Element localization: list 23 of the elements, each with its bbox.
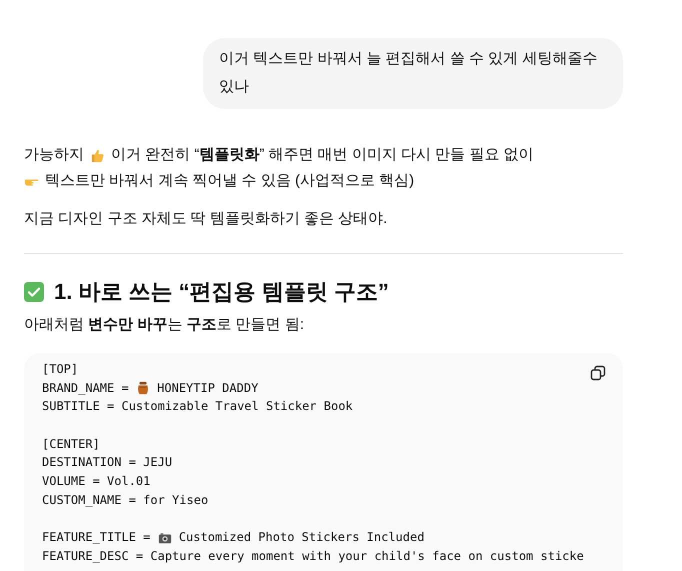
code-line: FEATURE_TITLE = [42,529,152,546]
code-line: HONEYTIP DADDY [156,380,258,397]
code-line: BRAND_NAME = [42,380,130,397]
code-line: VOLUME = Vol.01 [42,473,150,490]
answer-text: 가능하지 [24,145,84,165]
code-line: [CENTER] [42,436,100,453]
answer-text: 텍스트만 바꿔서 계속 찍어낼 수 있음 (사업적으로 핵심) [45,171,414,191]
check-icon [24,282,44,302]
camera-icon [158,530,172,545]
code-line: CUSTOM_NAME = for Yiseo [42,492,208,509]
answer-text: 지금 디자인 구조 자체도 딱 템플릿화하기 좋은 상태야. [24,209,388,229]
answer-text: 아래처럼 변수만 바꾸는 구조로 만들면 됨: [24,315,306,335]
code-line: FEATURE_DESC = Capture every moment with your child's face on custom sticke [42,548,584,565]
user-message: 이거 텍스트만 바꿔서 늘 편집해서 쓸 수 있게 세팅해줄수 있나 [203,38,623,109]
code-line: Customized Photo Stickers Included [178,529,424,546]
thumbs-up-icon [90,148,105,162]
section-heading: 1. 바로 쓰는 “편집용 템플릿 구조” [54,278,389,306]
code-line: SUBTITLE = Customizable Travel Sticker Book [42,398,353,416]
code-line: DESTINATION = JEJU [42,454,172,472]
answer-text: 이거 완전히 “템플릿화” 해주면 매번 이미지 다시 만들 필요 없이 [111,145,534,165]
code-line: [TOP] [42,361,78,378]
copy-icon[interactable] [590,365,606,381]
honey-pot-icon [136,381,150,396]
